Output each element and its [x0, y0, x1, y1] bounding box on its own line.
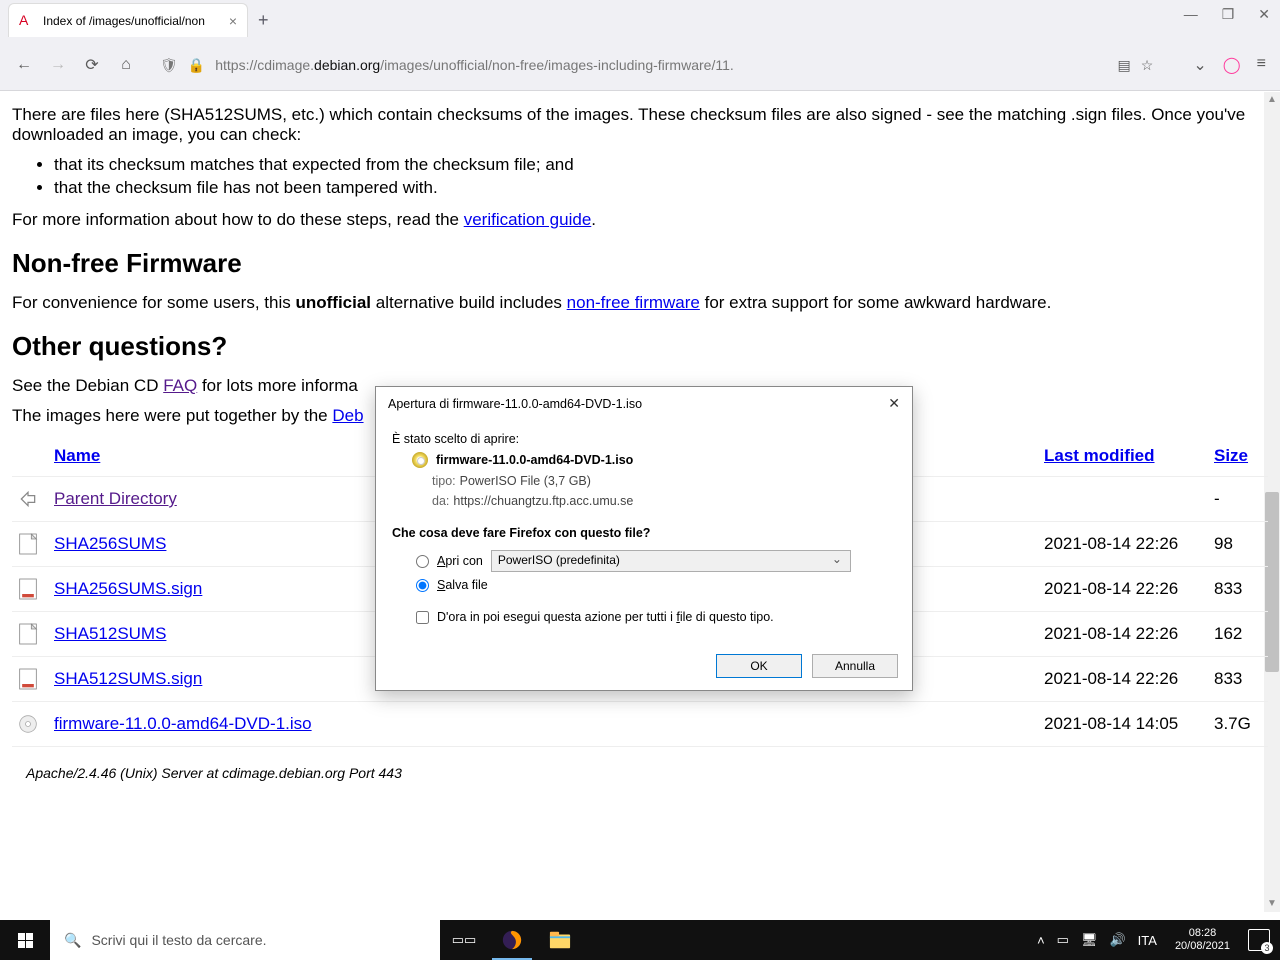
- explorer-taskbar-icon[interactable]: [536, 920, 584, 960]
- otherq-heading: Other questions?: [12, 331, 1268, 362]
- check-list: that its checksum matches that expected …: [54, 155, 1268, 198]
- table-row: firmware-11.0.0-amd64-DVD-1.iso 2021-08-1…: [12, 702, 1268, 747]
- file-lastmod: 2021-08-14 22:26: [1038, 657, 1208, 702]
- file-link[interactable]: SHA256SUMS: [54, 534, 166, 553]
- nonfree-firmware-link[interactable]: non-free firmware: [567, 293, 700, 312]
- language-indicator[interactable]: ITA: [1138, 933, 1157, 948]
- faq-link[interactable]: FAQ: [163, 376, 197, 395]
- close-window-button[interactable]: ✕: [1258, 6, 1270, 23]
- verification-guide-link[interactable]: verification guide: [464, 210, 592, 229]
- col-size[interactable]: Size: [1214, 446, 1248, 465]
- file-source: https://chuangtzu.ftp.acc.umu.se: [453, 494, 633, 508]
- minimize-button[interactable]: —: [1184, 6, 1198, 23]
- new-tab-button[interactable]: +: [258, 10, 269, 31]
- file-icon: [18, 622, 38, 646]
- file-size: 833: [1208, 567, 1268, 612]
- url-text: https://cdimage.debian.org/images/unoffi…: [215, 57, 734, 73]
- browser-tab[interactable]: A Index of /images/unofficial/non ×: [8, 3, 248, 37]
- dialog-title: Apertura di firmware-11.0.0-amd64-DVD-1.…: [388, 397, 642, 411]
- file-icon: [18, 532, 38, 556]
- file-lastmod: 2021-08-14 22:26: [1038, 612, 1208, 657]
- intro-text: There are files here (SHA512SUMS, etc.) …: [12, 105, 1268, 145]
- home-button[interactable]: ⌂: [116, 56, 136, 74]
- open-with-label[interactable]: Apri con: [437, 554, 483, 568]
- maximize-button[interactable]: ❐: [1222, 6, 1235, 23]
- volume-icon[interactable]: 🔊: [1109, 932, 1125, 948]
- file-lastmod: 2021-08-14 22:26: [1038, 522, 1208, 567]
- extension-icon[interactable]: ◯: [1223, 55, 1241, 75]
- open-with-app-select[interactable]: PowerISO (predefinita): [491, 550, 851, 572]
- nonfree-text: For convenience for some users, this uno…: [12, 293, 1268, 313]
- dialog-chosen-text: È stato scelto di aprire:: [392, 432, 896, 446]
- dialog-close-icon[interactable]: ✕: [888, 395, 900, 412]
- bookmark-star-icon[interactable]: ☆: [1141, 57, 1154, 74]
- file-type: PowerISO File (3,7 GB): [460, 474, 591, 488]
- ok-button[interactable]: OK: [716, 654, 802, 678]
- network-icon[interactable]: 🖥: [1081, 932, 1098, 948]
- file-lastmod: 2021-08-14 14:05: [1038, 702, 1208, 747]
- file-lastmod: 2021-08-14 22:26: [1038, 567, 1208, 612]
- file-size: -: [1208, 477, 1268, 522]
- open-with-radio[interactable]: [416, 555, 429, 568]
- forward-button[interactable]: →: [48, 56, 68, 74]
- url-bar[interactable]: 🛡 🔒 https://cdimage.debian.org/images/un…: [150, 48, 1163, 82]
- app-menu-icon[interactable]: ≡: [1257, 55, 1266, 75]
- sig-file-icon: [18, 577, 38, 601]
- start-button[interactable]: [0, 920, 50, 960]
- notifications-icon[interactable]: [1248, 929, 1270, 951]
- always-action-checkbox[interactable]: [416, 611, 429, 624]
- debian-cd-team-link[interactable]: Deb: [332, 406, 363, 425]
- tab-close-icon[interactable]: ×: [229, 13, 237, 29]
- back-button[interactable]: ←: [14, 56, 34, 74]
- taskbar: 🔍 Scrivi qui il testo da cercare. ▭▭ ˄ ▭…: [0, 920, 1280, 960]
- parent-dir-icon: [18, 487, 38, 511]
- server-signature: Apache/2.4.46 (Unix) Server at cdimage.d…: [26, 765, 1268, 781]
- file-size: 3.7G: [1208, 702, 1268, 747]
- search-placeholder: Scrivi qui il testo da cercare.: [91, 932, 266, 948]
- list-item: that the checksum file has not been tamp…: [54, 178, 1268, 198]
- save-file-label[interactable]: Salva file: [437, 578, 488, 592]
- battery-icon[interactable]: ▭: [1057, 932, 1069, 948]
- clock[interactable]: 08:28 20/08/2021: [1169, 927, 1236, 953]
- shield-icon: 🛡: [160, 57, 178, 74]
- file-size: 162: [1208, 612, 1268, 657]
- file-link[interactable]: Parent Directory: [54, 489, 177, 508]
- pocket-icon[interactable]: ⌄: [1193, 55, 1206, 75]
- file-size: 98: [1208, 522, 1268, 567]
- file-size: 833: [1208, 657, 1268, 702]
- download-dialog: Apertura di firmware-11.0.0-amd64-DVD-1.…: [375, 386, 913, 691]
- file-link[interactable]: SHA256SUMS.sign: [54, 579, 202, 598]
- tab-title: Index of /images/unofficial/non: [43, 14, 221, 28]
- reader-mode-icon[interactable]: ▤: [1118, 57, 1131, 74]
- verify-line: For more information about how to do the…: [12, 210, 1268, 230]
- site-favicon: A: [19, 13, 35, 29]
- file-lastmod: [1038, 477, 1208, 522]
- taskbar-search[interactable]: 🔍 Scrivi qui il testo da cercare.: [50, 920, 440, 960]
- disc-file-icon: [18, 712, 38, 736]
- disc-icon: [412, 452, 428, 468]
- dialog-filename: firmware-11.0.0-amd64-DVD-1.iso: [412, 452, 896, 468]
- file-link[interactable]: SHA512SUMS: [54, 624, 166, 643]
- always-action-label[interactable]: D'ora in poi esegui questa azione per tu…: [437, 610, 774, 624]
- file-link[interactable]: SHA512SUMS.sign: [54, 669, 202, 688]
- sig-file-icon: [18, 667, 38, 691]
- save-file-radio[interactable]: [416, 579, 429, 592]
- lock-icon: 🔒: [188, 57, 205, 74]
- list-item: that its checksum matches that expected …: [54, 155, 1268, 175]
- task-view-icon[interactable]: ▭▭: [440, 920, 488, 960]
- cancel-button[interactable]: Annulla: [812, 654, 898, 678]
- nonfree-heading: Non-free Firmware: [12, 248, 1268, 279]
- firefox-taskbar-icon[interactable]: [488, 920, 536, 960]
- file-link[interactable]: firmware-11.0.0-amd64-DVD-1.iso: [54, 714, 312, 733]
- reload-button[interactable]: ⟳: [82, 55, 102, 75]
- search-icon: 🔍: [64, 932, 81, 949]
- tray-chevron-icon[interactable]: ˄: [1037, 933, 1045, 948]
- dialog-question: Che cosa deve fare Firefox con questo fi…: [392, 526, 896, 540]
- col-name[interactable]: Name: [54, 446, 100, 465]
- col-lastmod[interactable]: Last modified: [1044, 446, 1155, 465]
